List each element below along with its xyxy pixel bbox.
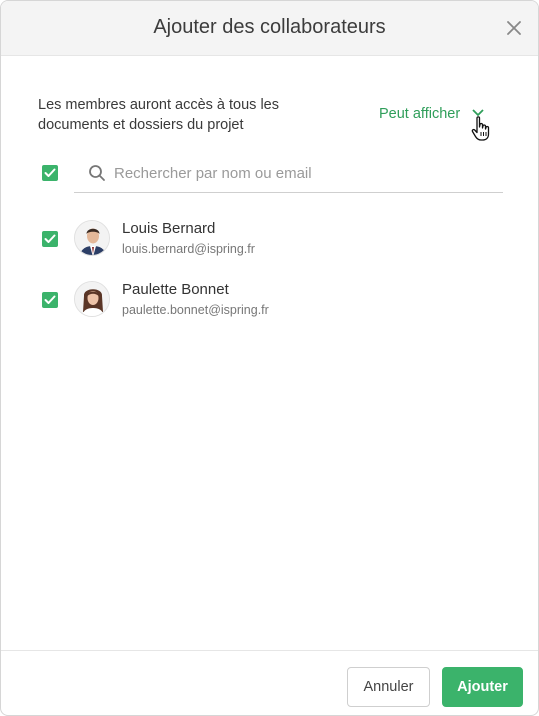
close-icon	[507, 21, 521, 35]
access-description: Les membres auront accès à tous les docu…	[38, 97, 279, 133]
select-all-checkbox[interactable]	[42, 165, 58, 181]
add-collaborators-dialog: Ajouter des collaborateurs Les membres a…	[0, 0, 539, 716]
close-button[interactable]	[504, 18, 524, 38]
list-item[interactable]: Louis Bernard louis.bernard@ispring.fr	[1, 220, 538, 270]
user-name: Louis Bernard	[122, 220, 216, 237]
check-icon	[44, 295, 56, 304]
dialog-footer: Annuler Ajouter	[1, 650, 538, 715]
avatar	[74, 281, 110, 317]
dialog-header: Ajouter des collaborateurs	[1, 1, 538, 56]
user-email: louis.bernard@ispring.fr	[122, 242, 255, 256]
permission-label: Peut afficher	[379, 106, 461, 122]
search-field	[74, 153, 503, 193]
dialog-title: Ajouter des collaborateurs	[153, 16, 386, 38]
check-icon	[44, 168, 56, 177]
check-icon	[44, 234, 56, 243]
search-icon	[88, 164, 106, 187]
search-input[interactable]	[114, 161, 494, 185]
hand-cursor-icon	[471, 115, 491, 148]
user-email: paulette.bonnet@ispring.fr	[122, 303, 269, 317]
user-checkbox[interactable]	[42, 292, 58, 308]
user-checkbox[interactable]	[42, 231, 58, 247]
avatar	[74, 220, 110, 256]
user-name: Paulette Bonnet	[122, 281, 229, 298]
cancel-button[interactable]: Annuler	[347, 667, 430, 707]
add-button[interactable]: Ajouter	[442, 667, 523, 707]
list-item[interactable]: Paulette Bonnet paulette.bonnet@ispring.…	[1, 281, 538, 331]
permission-dropdown[interactable]: Peut afficher	[379, 105, 484, 127]
